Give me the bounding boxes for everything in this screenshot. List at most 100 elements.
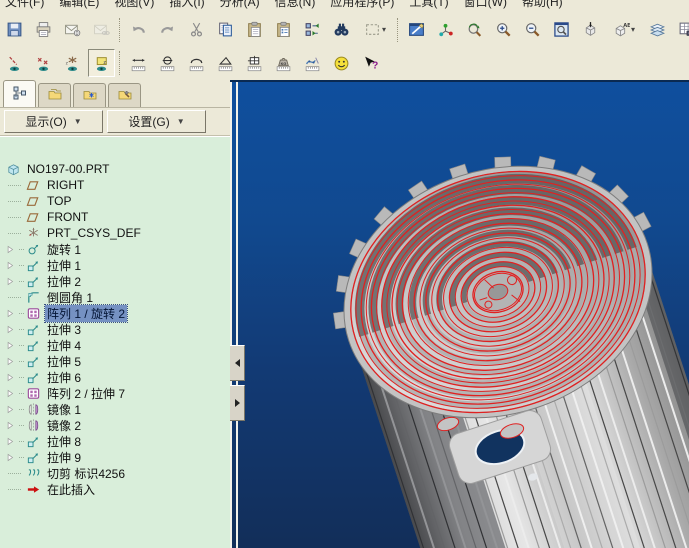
menu-item[interactable]: 信息(N) <box>275 0 316 10</box>
measure-diameter-button[interactable] <box>154 49 181 77</box>
view-manager-button[interactable] <box>673 16 689 44</box>
send-mail-button[interactable]: 0 <box>59 16 86 44</box>
settings-dropdown-button[interactable]: 设置(G) ▼ <box>107 110 206 133</box>
toolbar-separator <box>119 17 121 42</box>
redo-button[interactable] <box>154 16 181 44</box>
zoom-out-button[interactable] <box>519 16 546 44</box>
expand-triangle-icon[interactable] <box>5 308 25 319</box>
tree-item[interactable]: 拉伸 5 <box>0 353 230 369</box>
expand-triangle-icon[interactable] <box>5 388 25 399</box>
tree-item-label: RIGHT <box>47 178 85 192</box>
curve-analysis-button[interactable] <box>299 49 326 77</box>
expand-triangle-icon[interactable] <box>5 372 25 383</box>
tree-item[interactable]: 拉伸 3 <box>0 321 230 337</box>
tree-item[interactable]: 拉伸 9 <box>0 449 230 465</box>
sash-line <box>236 82 238 548</box>
measure-angle-button[interactable] <box>212 49 239 77</box>
measure-area-button[interactable] <box>241 49 268 77</box>
undo-button[interactable] <box>125 16 152 44</box>
paste-special-button[interactable] <box>270 16 297 44</box>
menu-item[interactable]: 应用程序(P) <box>330 0 394 10</box>
tree-item[interactable]: 在此插入 <box>0 481 230 497</box>
nav-tab-model-tree[interactable] <box>3 80 36 107</box>
mail-link-button[interactable] <box>88 16 115 44</box>
sash-expand-button[interactable] <box>230 385 245 421</box>
measure-distance-button[interactable] <box>125 49 152 77</box>
copy-button[interactable] <box>212 16 239 44</box>
sash-collapse-button[interactable] <box>230 345 245 381</box>
menu-item[interactable]: 分析(A) <box>220 0 260 10</box>
trim-icon <box>25 466 42 481</box>
cut-button[interactable] <box>183 16 210 44</box>
tree-item[interactable]: 切剪 标识4256 <box>0 465 230 481</box>
refit-button[interactable] <box>548 16 575 44</box>
3d-model-canvas[interactable] <box>240 82 689 548</box>
expand-triangle-icon[interactable] <box>5 436 25 447</box>
tree-item[interactable]: TOP <box>0 193 230 209</box>
expand-triangle-icon[interactable] <box>5 356 25 367</box>
menu-item[interactable]: 工具(T) <box>409 0 448 10</box>
tree-item[interactable]: 镜像 2 <box>0 417 230 433</box>
menu-item[interactable]: 文件(F) <box>5 0 44 10</box>
orient-mode-button[interactable] <box>577 16 604 44</box>
tree-item[interactable]: 旋转 1 <box>0 241 230 257</box>
menu-item[interactable]: 视图(V) <box>114 0 154 10</box>
tree-item[interactable]: 倒圆角 1 <box>0 289 230 305</box>
smiley-button[interactable] <box>328 49 355 77</box>
expand-triangle-icon[interactable] <box>5 452 25 463</box>
tree-item[interactable]: 拉伸 1 <box>0 257 230 273</box>
paste-button[interactable] <box>241 16 268 44</box>
tree-item[interactable]: 镜像 1 <box>0 401 230 417</box>
tree-item[interactable]: PRT_CSYS_DEF <box>0 225 230 241</box>
show-dropdown-button[interactable]: 显示(O) ▼ <box>4 110 103 133</box>
extrude-icon <box>25 338 42 353</box>
find-button[interactable] <box>328 16 355 44</box>
expand-triangle-icon[interactable] <box>5 244 25 255</box>
find-icon <box>333 21 350 38</box>
tree-item[interactable]: NO197-00.PRT <box>0 161 230 177</box>
expand-triangle-icon[interactable] <box>5 260 25 271</box>
3d-viewport[interactable] <box>230 80 689 548</box>
point-display-button[interactable] <box>30 49 57 77</box>
axis-display-button[interactable] <box>1 49 28 77</box>
navigator-tabs <box>0 80 230 108</box>
tree-item[interactable]: 拉伸 8 <box>0 433 230 449</box>
print-button[interactable] <box>30 16 57 44</box>
mass-properties-button[interactable]: KG <box>270 49 297 77</box>
view-orient-button[interactable] <box>461 16 488 44</box>
menu-item[interactable]: 插入(I) <box>169 0 204 10</box>
svg-text:KG: KG <box>281 61 287 65</box>
save-button[interactable] <box>1 16 28 44</box>
tree-item[interactable]: 阵列 2 / 拉伸 7 <box>0 385 230 401</box>
zoom-in-button[interactable] <box>490 16 517 44</box>
csys-display-button[interactable]: z <box>59 49 86 77</box>
measure-arc-button[interactable] <box>183 49 210 77</box>
expand-triangle-icon[interactable] <box>5 420 25 431</box>
menu-item[interactable]: 编辑(E) <box>59 0 99 10</box>
tree-item[interactable]: 拉伸 2 <box>0 273 230 289</box>
tree-item[interactable]: RIGHT <box>0 177 230 193</box>
menu-item[interactable]: 窗口(W) <box>464 0 507 10</box>
tree-item[interactable]: 阵列 1 / 旋转 2 <box>0 303 230 323</box>
nav-tab-folder-browser[interactable] <box>38 83 71 107</box>
menu-item[interactable]: 帮助(H) <box>522 0 563 10</box>
regenerate-button[interactable] <box>299 16 326 44</box>
spin-center-button[interactable] <box>432 16 459 44</box>
repaint-button[interactable] <box>403 16 430 44</box>
nav-tab-favorites[interactable] <box>73 83 106 107</box>
nav-tab-connections[interactable] <box>108 83 141 107</box>
expand-triangle-icon[interactable] <box>5 324 25 335</box>
layers-button[interactable] <box>644 16 671 44</box>
tree-item[interactable]: 拉伸 4 <box>0 337 230 353</box>
plane-display-button[interactable]: z <box>88 49 115 77</box>
expand-triangle-icon[interactable] <box>5 340 25 351</box>
expand-triangle-icon[interactable] <box>5 276 25 287</box>
selection-filter-button[interactable]: ▾ <box>357 16 393 44</box>
extrude-icon <box>25 274 42 289</box>
expand-triangle-icon[interactable] <box>5 404 25 415</box>
context-help-button[interactable]: ? <box>357 49 384 77</box>
tree-item[interactable]: FRONT <box>0 209 230 225</box>
tree-item[interactable]: 拉伸 6 <box>0 369 230 385</box>
tree-connector <box>5 216 25 218</box>
saved-views-button[interactable]: AB▾ <box>606 16 642 44</box>
